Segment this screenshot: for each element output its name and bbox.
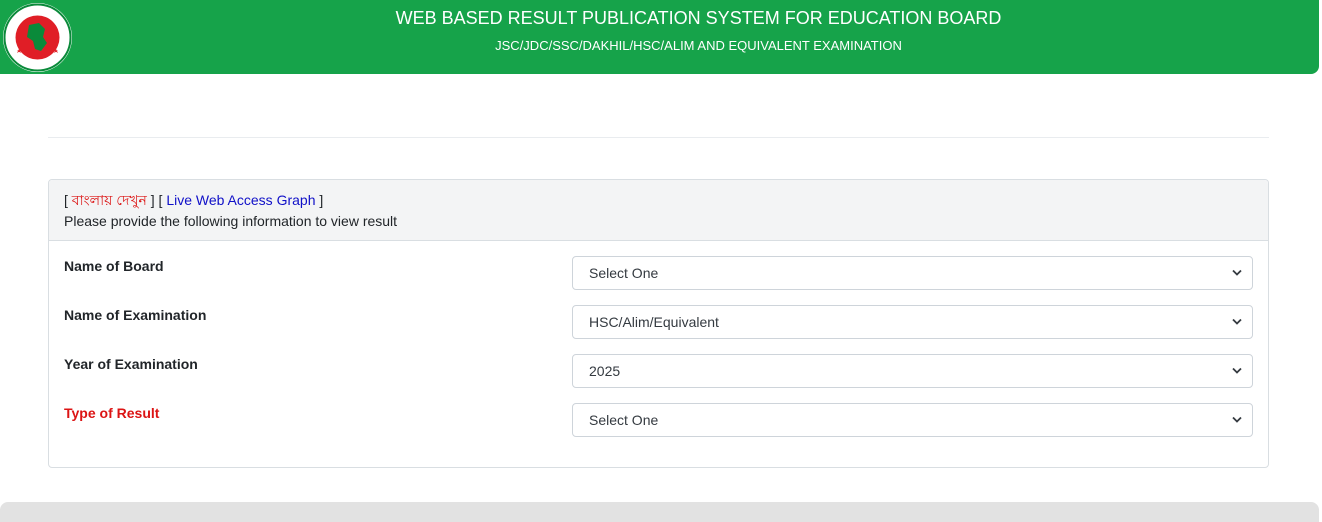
footer-bar — [0, 502, 1319, 522]
chevron-down-icon — [1232, 367, 1242, 374]
bracket-close: ] — [315, 192, 324, 208]
board-select[interactable]: Select One — [572, 256, 1253, 290]
board-label: Name of Board — [64, 258, 164, 274]
exam-select-value: HSC/Alim/Equivalent — [589, 314, 719, 330]
chevron-down-icon — [1232, 416, 1242, 423]
year-select-value: 2025 — [589, 363, 621, 379]
section-divider — [48, 137, 1269, 138]
exam-select[interactable]: HSC/Alim/Equivalent — [572, 305, 1253, 339]
chevron-down-icon — [1232, 269, 1242, 276]
result-form-panel: [ বাংলায় দেখুন ] [ Live Web Access Grap… — [48, 179, 1269, 468]
live-web-access-graph-link[interactable]: Live Web Access Graph — [166, 192, 315, 208]
board-select-value: Select One — [589, 265, 659, 281]
panel-header: [ বাংলায় দেখুন ] [ Live Web Access Grap… — [49, 180, 1268, 241]
result-type-select-value: Select One — [589, 412, 659, 428]
site-title: WEB BASED RESULT PUBLICATION SYSTEM FOR … — [395, 8, 1002, 28]
bracket-open: [ — [64, 192, 72, 208]
year-label: Year of Examination — [64, 356, 198, 372]
result-type-select[interactable]: Select One — [572, 403, 1253, 437]
chevron-down-icon — [1232, 318, 1242, 325]
form-instruction: Please provide the following information… — [64, 213, 398, 229]
bangla-view-link[interactable]: বাংলায় দেখুন — [72, 192, 147, 208]
language-links: [ বাংলায় দেখুন ] [ Live Web Access Grap… — [64, 192, 323, 209]
site-header: WEB BASED RESULT PUBLICATION SYSTEM FOR … — [0, 0, 1319, 74]
site-subtitle: JSC/JDC/SSC/DAKHIL/HSC/ALIM AND EQUIVALE… — [495, 38, 902, 53]
year-select[interactable]: 2025 — [572, 354, 1253, 388]
bracket-separator: ] [ — [146, 192, 167, 208]
result-type-label: Type of Result — [64, 405, 160, 421]
exam-label: Name of Examination — [64, 307, 207, 323]
